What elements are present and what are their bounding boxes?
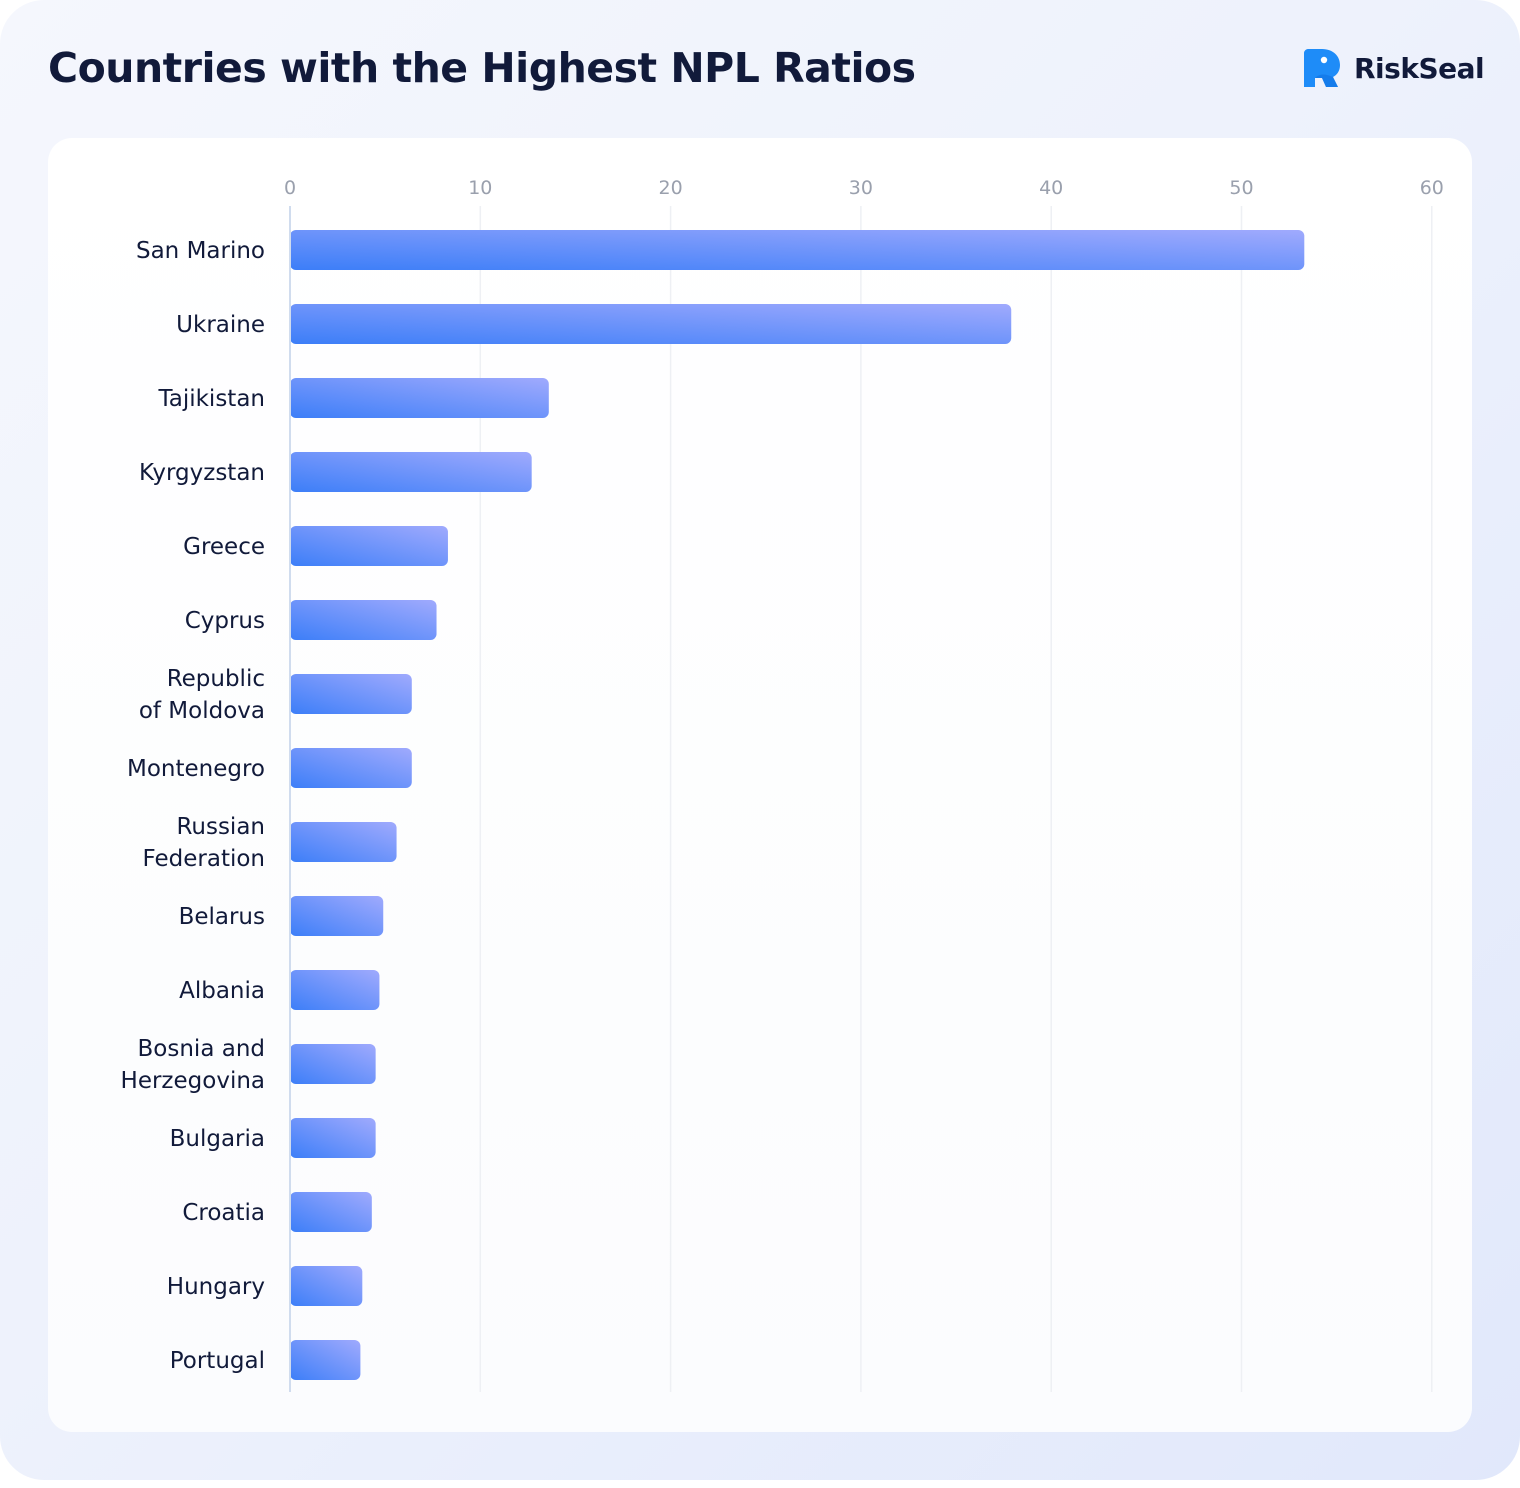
- bar: [290, 674, 412, 714]
- category-label-line: Ukraine: [176, 312, 265, 338]
- category-label-line: Federation: [143, 846, 265, 872]
- category-label-line: Bulgaria: [170, 1126, 265, 1152]
- category-label: Croatia: [182, 1200, 265, 1226]
- bar: [290, 452, 532, 492]
- x-tick-label: 30: [849, 177, 873, 199]
- category-label: Bosnia and Herzegovina: [121, 1036, 265, 1094]
- category-label-line: Montenegro: [127, 756, 265, 782]
- category-label-line: Belarus: [179, 904, 265, 930]
- bar: [290, 304, 1012, 344]
- bar: [290, 1118, 376, 1158]
- category-label-line: Russian: [176, 814, 265, 840]
- category-label: Belarus: [179, 904, 265, 930]
- category-labels: San Marino Ukraine Tajikistan Kyrgyzstan Gre…: [121, 238, 265, 1374]
- x-tick-label: 60: [1420, 177, 1444, 199]
- x-tick-label: 50: [1229, 177, 1253, 199]
- x-tick-label: 0: [284, 177, 296, 199]
- x-axis-ticks: 0 10 20 30 40 50 60: [284, 177, 1444, 199]
- bar: [290, 1266, 363, 1306]
- brand-logo: RiskSeal: [1302, 47, 1485, 89]
- category-label: Republic of Moldova: [139, 666, 265, 724]
- category-label: Russian Federation: [143, 814, 265, 872]
- category-label-line: Portugal: [170, 1348, 265, 1374]
- category-label: Tajikistan: [158, 386, 266, 412]
- bar: [290, 378, 549, 418]
- bar: [290, 822, 397, 862]
- infographic-frame: Countries with the Highest NPL Ratios Ri…: [0, 0, 1520, 1480]
- category-label: San Marino: [136, 238, 265, 264]
- x-tick-label: 10: [468, 177, 492, 199]
- category-label-line: Republic: [167, 666, 265, 692]
- category-label-line: San Marino: [136, 238, 265, 264]
- category-label-line: Hungary: [167, 1274, 265, 1300]
- bar: [290, 896, 384, 936]
- chart-title: Countries with the Highest NPL Ratios: [48, 44, 916, 92]
- category-label: Portugal: [170, 1348, 265, 1374]
- category-label-line: Bosnia and: [138, 1036, 265, 1062]
- category-label: Bulgaria: [170, 1126, 265, 1152]
- category-label: Albania: [179, 978, 265, 1004]
- x-tick-label: 40: [1039, 177, 1063, 199]
- category-label-line: of Moldova: [139, 698, 265, 724]
- category-label-line: Albania: [179, 978, 265, 1004]
- bars: [290, 230, 1305, 1380]
- category-label: Cyprus: [185, 608, 265, 634]
- category-label-line: Cyprus: [185, 608, 265, 634]
- category-label-line: Kyrgyzstan: [139, 460, 265, 486]
- category-label: Hungary: [167, 1274, 265, 1300]
- riskseal-seal-logo-icon: [1304, 49, 1340, 87]
- category-label-line: Herzegovina: [121, 1068, 265, 1094]
- x-tick-label: 20: [659, 177, 683, 199]
- category-label: Greece: [183, 534, 265, 560]
- bar-chart: 0 10 20 30 40 50 60 San Marino Ukraine Tajikista…: [121, 177, 1444, 1392]
- category-label-line: Tajikistan: [158, 386, 266, 412]
- brand-name: RiskSeal: [1354, 51, 1485, 85]
- bar: [290, 526, 448, 566]
- category-label: Ukraine: [176, 312, 265, 338]
- category-label-line: Greece: [183, 534, 265, 560]
- category-label: Kyrgyzstan: [139, 460, 265, 486]
- category-label-line: Croatia: [182, 1200, 265, 1226]
- bar: [290, 1192, 372, 1232]
- bar: [290, 600, 437, 640]
- chart-card: 0 10 20 30 40 50 60 San Marino Ukraine Tajikista…: [48, 138, 1472, 1432]
- bar: [290, 748, 412, 788]
- bar: [290, 1044, 376, 1084]
- category-label: Montenegro: [127, 756, 265, 782]
- gridlines: [479, 206, 1433, 1392]
- bar: [290, 970, 380, 1010]
- bar: [290, 230, 1305, 270]
- bar: [290, 1340, 361, 1380]
